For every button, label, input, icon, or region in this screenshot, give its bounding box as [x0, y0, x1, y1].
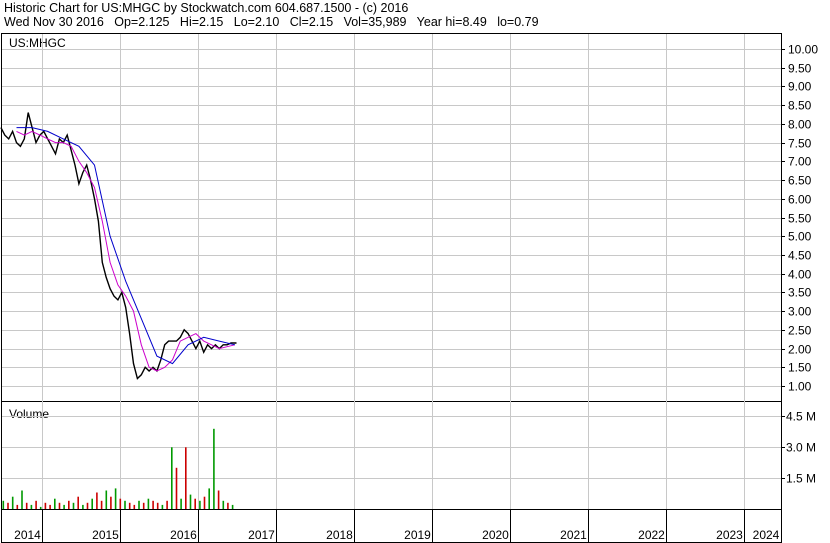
- price-tick-label: 1.50: [788, 361, 812, 375]
- volume-bar: [100, 500, 103, 509]
- x-tick-label: 2017: [248, 528, 275, 542]
- volume-bar: [199, 500, 201, 509]
- volume-bar: [231, 504, 234, 509]
- volume-bar: [138, 500, 140, 509]
- volume-tick-label: 3.0 M: [786, 441, 816, 455]
- price-tick-label: 4.00: [788, 268, 812, 282]
- volume-bar: [217, 490, 220, 509]
- volume-bar: [171, 447, 173, 509]
- price-tick-label: 9.00: [788, 80, 812, 94]
- volume-bar: [147, 498, 150, 509]
- price-tick-label: 5.00: [788, 230, 812, 244]
- volume-panel-title: Volume: [9, 407, 49, 421]
- volume-bar: [185, 447, 187, 509]
- x-tick-label: 2019: [404, 528, 431, 542]
- price-tick-label: 10.00: [788, 43, 818, 57]
- x-tick-label: 2022: [638, 528, 665, 542]
- volume-bar: [77, 496, 79, 509]
- volume-bar: [16, 504, 19, 509]
- price-panel-title: US:MHGC: [9, 36, 66, 50]
- price-tick-label: 5.50: [788, 212, 812, 226]
- volume-bar: [7, 502, 9, 509]
- volume-bar: [68, 500, 70, 509]
- volume-bar: [114, 488, 117, 509]
- volume-bar: [58, 502, 61, 509]
- volume-bar: [222, 500, 225, 509]
- x-tick-label: 2020: [482, 528, 509, 542]
- volume-bar: [166, 500, 168, 509]
- volume-bar: [128, 502, 131, 509]
- volume-bar: [63, 504, 65, 509]
- x-tick-label: 2024: [753, 528, 780, 542]
- volume-bar: [39, 506, 42, 509]
- price-tick-label: 2.00: [788, 343, 812, 357]
- volume-bar: [180, 498, 182, 509]
- volume-bar: [227, 502, 229, 509]
- volume-bar: [35, 500, 37, 509]
- price-tick-label: 2.50: [788, 324, 812, 338]
- volume-bar: [21, 490, 23, 509]
- volume-bar: [82, 504, 84, 509]
- price-tick-label: 9.50: [788, 62, 812, 76]
- volume-tick-label: 1.5 M: [786, 472, 816, 486]
- volume-bar: [189, 494, 192, 509]
- volume-bar: [175, 467, 178, 509]
- volume-bar: [194, 498, 196, 509]
- x-tick-label: 2018: [326, 528, 353, 542]
- stock-chart: US:MHGC Volume 10.00 9.50 9.00 8.50 8.00 7.50…: [0, 33, 818, 543]
- price-tick-label: 6.50: [788, 174, 812, 188]
- volume-bar: [2, 500, 5, 509]
- x-tick-label: 2015: [92, 528, 119, 542]
- price-tick-label: 6.00: [788, 193, 812, 207]
- volume-bar: [86, 502, 89, 509]
- volume-bar: [152, 500, 154, 509]
- volume-bar: [133, 504, 136, 509]
- volume-bar: [110, 496, 112, 509]
- volume-bar: [124, 500, 126, 509]
- volume-bar: [11, 496, 14, 509]
- volume-bar: [49, 504, 51, 509]
- volume-bar: [203, 496, 206, 509]
- volume-bar: [105, 490, 108, 509]
- x-tick-label: 2021: [560, 528, 587, 542]
- x-tick-label: 2016: [170, 528, 197, 542]
- volume-bar: [213, 428, 215, 510]
- volume-bar: [161, 504, 164, 509]
- volume-bar: [96, 492, 98, 509]
- price-tick-label: 4.50: [788, 249, 812, 263]
- volume-bar: [30, 504, 33, 509]
- volume-bar: [91, 498, 93, 509]
- volume-tick-label: 4.5 M: [786, 410, 816, 424]
- volume-bar: [54, 498, 56, 509]
- price-panel: [1, 33, 782, 402]
- volume-y-axis: 4.5 M 3.0 M 1.5 M: [781, 410, 816, 486]
- volume-bar: [72, 502, 75, 509]
- price-tick-label: 7.00: [788, 155, 812, 169]
- volume-bar: [142, 502, 145, 509]
- price-y-axis: 10.00 9.50 9.00 8.50 8.00 7.50 7.00 6.50 6.00 5.5…: [781, 43, 818, 394]
- x-tick-label: 2014: [14, 528, 41, 542]
- x-tick-label: 2023: [716, 528, 743, 542]
- volume-panel: [1, 401, 782, 510]
- volume-bar: [44, 502, 47, 509]
- price-tick-label: 7.50: [788, 137, 812, 151]
- volume-bar: [119, 498, 122, 509]
- volume-bar: [25, 502, 28, 509]
- volume-bar: [156, 502, 159, 509]
- price-tick-label: 1.00: [788, 380, 812, 394]
- price-tick-label: 8.00: [788, 118, 812, 132]
- price-tick-label: 3.00: [788, 305, 812, 319]
- price-tick-label: 8.50: [788, 99, 812, 113]
- volume-bar: [208, 488, 210, 509]
- price-tick-label: 3.50: [788, 286, 812, 300]
